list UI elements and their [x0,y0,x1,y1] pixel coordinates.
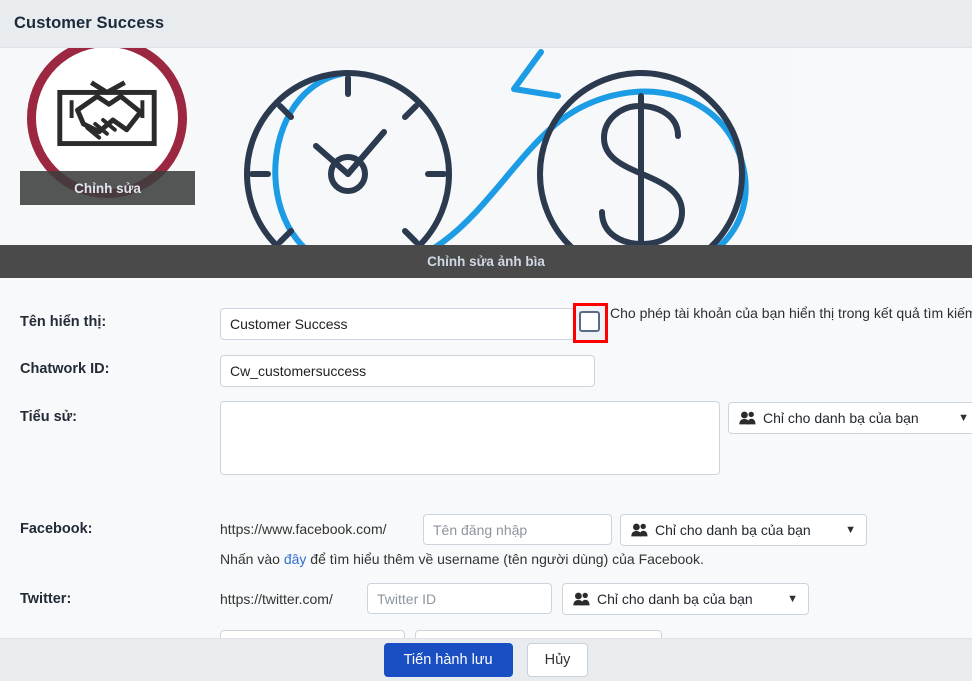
twitter-privacy-select[interactable]: Chỉ cho danh bạ của bạn ▼ [562,583,809,615]
bio-label: Tiểu sử: [20,409,77,425]
cover-area: Chỉnh sửa [0,48,972,245]
chevron-down-icon: ▼ [845,524,856,536]
chatwork-id-label: Chatwork ID: [20,361,110,377]
bio-privacy-value: Chỉ cho danh bạ của bạn [763,410,919,426]
next-row-privacy-select[interactable] [415,630,662,638]
form-footer: Tiến hành lưu Hủy [0,638,972,681]
facebook-privacy-select[interactable]: Chỉ cho danh bạ của bạn ▼ [620,514,867,546]
twitter-url-prefix: https://twitter.com/ [220,591,333,607]
facebook-privacy-value: Chỉ cho danh bạ của bạn [655,522,811,538]
twitter-privacy-value: Chỉ cho danh bạ của bạn [597,591,753,607]
bio-textarea[interactable] [220,401,720,475]
window-header: Customer Success [0,0,972,48]
facebook-hint-link[interactable]: đây [284,551,307,567]
facebook-label: Facebook: [20,521,93,537]
facebook-hint-after: để tìm hiểu thêm về username (tên người … [306,551,704,567]
display-name-input[interactable] [220,308,575,340]
bio-privacy-select[interactable]: Chỉ cho danh bạ của bạn ▼ [728,402,972,434]
profile-form: Tên hiển thị: Cho phép tài khoản của bạn… [0,278,972,638]
people-icon [573,592,590,606]
facebook-username-input[interactable] [423,514,612,545]
chatwork-id-input[interactable] [220,355,595,387]
save-button[interactable]: Tiến hành lưu [383,642,513,678]
page-title: Customer Success [14,14,165,32]
avatar-edit-button[interactable]: Chỉnh sửa [20,171,195,205]
search-visibility-label: Cho phép tài khoản của bạn hiển thị tron… [610,305,972,321]
display-name-label: Tên hiển thị: [20,314,107,330]
facebook-hint: Nhấn vào đây để tìm hiểu thêm về usernam… [220,551,704,567]
twitter-label: Twitter: [20,591,72,607]
people-icon [739,411,756,425]
people-icon [631,523,648,537]
facebook-url-prefix: https://www.facebook.com/ [220,521,387,537]
clock-infinity-dollar-icon [244,49,749,245]
handshake-icon [57,80,157,147]
facebook-hint-before: Nhấn vào [220,551,284,567]
cancel-button[interactable]: Hủy [526,642,589,678]
chevron-down-icon: ▼ [787,593,798,605]
next-row-input[interactable] [220,630,405,638]
search-visibility-checkbox[interactable] [579,311,600,332]
chevron-down-icon: ▼ [958,412,969,424]
avatar[interactable]: Chỉnh sửa [20,48,195,216]
twitter-id-input[interactable] [367,583,552,614]
cover-edit-button[interactable]: Chỉnh sửa ảnh bìa [0,245,972,278]
profile-edit-page: Customer Success Chỉnh sửa Chỉnh sửa ảnh… [0,0,972,681]
